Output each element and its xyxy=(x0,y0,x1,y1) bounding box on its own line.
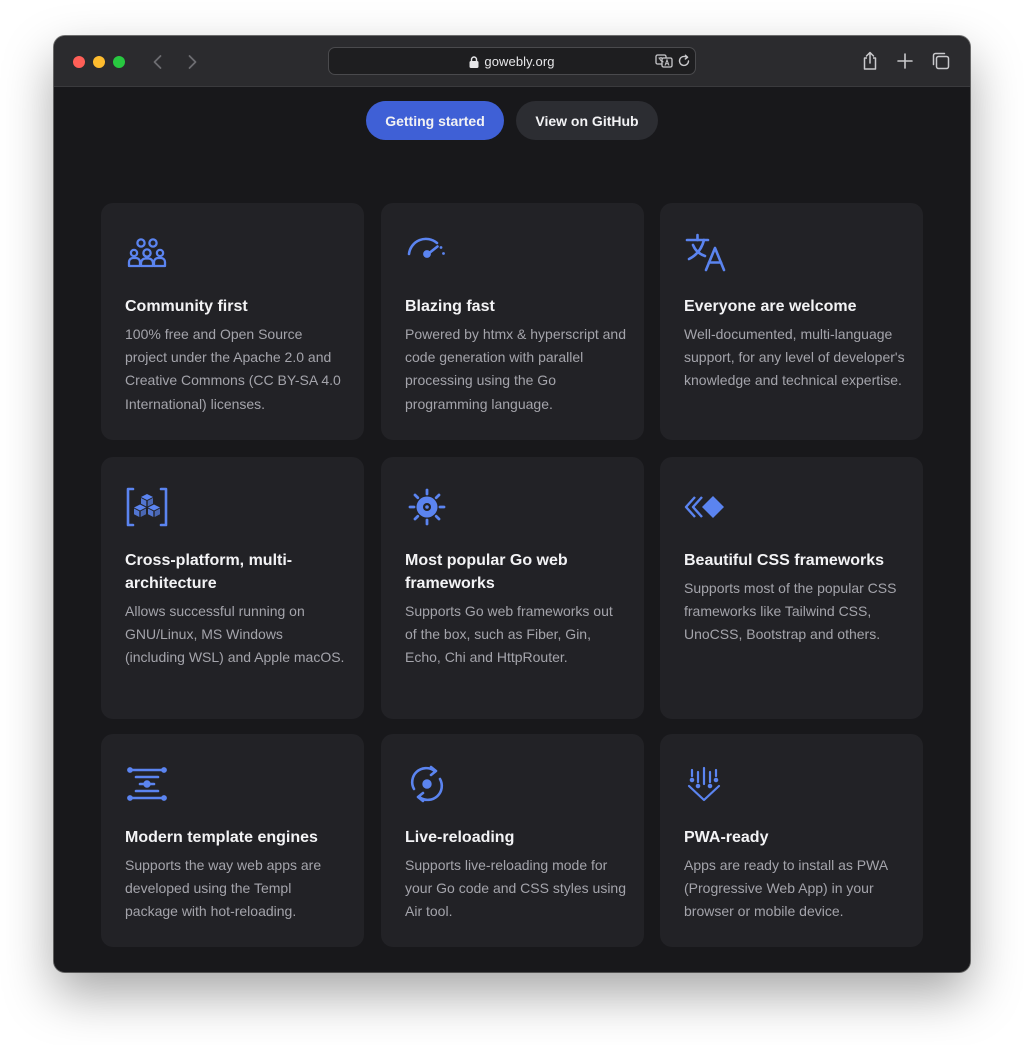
share-icon xyxy=(863,51,877,70)
reload-icon xyxy=(678,54,690,67)
feature-description: Supports live-reloading mode for your Go… xyxy=(405,857,627,920)
new-tab-button[interactable] xyxy=(894,50,916,72)
feature-title: Modern template engines xyxy=(125,829,318,846)
feature-title: Blazing fast xyxy=(405,298,495,315)
feature-card-templates: Modern template engines Supports the way… xyxy=(101,734,364,947)
lock-icon xyxy=(469,56,479,68)
download-icon xyxy=(687,766,721,802)
chevron-right-icon xyxy=(188,55,197,69)
feature-description: 100% free and Open Source project under … xyxy=(125,326,341,412)
community-icon xyxy=(127,238,167,268)
feature-description: Apps are ready to install as PWA (Progre… xyxy=(684,857,888,920)
feature-title: Live-reloading xyxy=(405,829,515,846)
diamonds-icon xyxy=(684,496,724,518)
translate-button[interactable] xyxy=(655,53,673,69)
feature-card-frameworks: Most popular Go web frameworks Supports … xyxy=(381,457,644,719)
feature-title: Cross-platform, multi-architecture xyxy=(125,552,293,592)
back-button[interactable] xyxy=(148,52,168,72)
feature-card-welcome: Everyone are welcome Well-documented, mu… xyxy=(660,203,923,440)
feature-title: PWA-ready xyxy=(684,829,769,846)
browser-toolbar: gowebly.org xyxy=(54,36,970,87)
share-button[interactable] xyxy=(859,50,881,72)
getting-started-button[interactable]: Getting started xyxy=(366,101,504,140)
feature-description: Powered by htmx & hyperscript and code g… xyxy=(405,326,626,412)
browser-window: gowebly.org Getting started View on GitH… xyxy=(54,36,970,972)
tab-overview-button[interactable] xyxy=(930,50,952,72)
template-icon xyxy=(127,767,167,801)
feature-card-fast: Blazing fast Powered by htmx & hyperscri… xyxy=(381,203,644,440)
feature-description: Supports most of the popular CSS framewo… xyxy=(684,580,897,643)
feature-description: Allows successful running on GNU/Linux, … xyxy=(125,603,345,666)
url-text: gowebly.org xyxy=(484,54,555,69)
feature-description: Well-documented, multi-language support,… xyxy=(684,326,905,389)
reload-icon xyxy=(410,765,444,803)
view-on-github-button[interactable]: View on GitHub xyxy=(516,101,658,140)
cubes-icon xyxy=(126,487,168,527)
chevron-left-icon xyxy=(153,55,162,69)
feature-description: Supports Go web frameworks out of the bo… xyxy=(405,603,613,666)
feature-title: Everyone are welcome xyxy=(684,298,857,315)
feature-card-community: Community first 100% free and Open Sourc… xyxy=(101,203,364,440)
feature-title: Beautiful CSS frameworks xyxy=(684,552,885,569)
feature-card-css: Beautiful CSS frameworks Supports most o… xyxy=(660,457,923,719)
zoom-window-button[interactable] xyxy=(113,56,125,68)
feature-title: Community first xyxy=(125,298,248,315)
feature-description: Supports the way web apps are developed … xyxy=(125,857,322,920)
feature-card-cross-platform: Cross-platform, multi-architecture Allow… xyxy=(101,457,364,719)
feature-title: Most popular Go web frameworks xyxy=(405,552,568,592)
tabs-overview-icon xyxy=(932,52,950,70)
address-bar[interactable]: gowebly.org xyxy=(328,47,696,75)
close-window-button[interactable] xyxy=(73,56,85,68)
plus-icon xyxy=(897,53,913,69)
forward-button[interactable] xyxy=(182,52,202,72)
feature-card-live-reloading: Live-reloading Supports live-reloading m… xyxy=(381,734,644,947)
feature-card-pwa: PWA-ready Apps are ready to install as P… xyxy=(660,734,923,947)
minimize-window-button[interactable] xyxy=(93,56,105,68)
page-content: Getting started View on GitHub Community… xyxy=(54,87,970,972)
translate-icon xyxy=(685,233,726,272)
gear-icon xyxy=(408,488,446,526)
reload-button[interactable] xyxy=(677,54,691,68)
speedometer-icon xyxy=(407,237,445,258)
translate-page-icon xyxy=(655,54,673,68)
